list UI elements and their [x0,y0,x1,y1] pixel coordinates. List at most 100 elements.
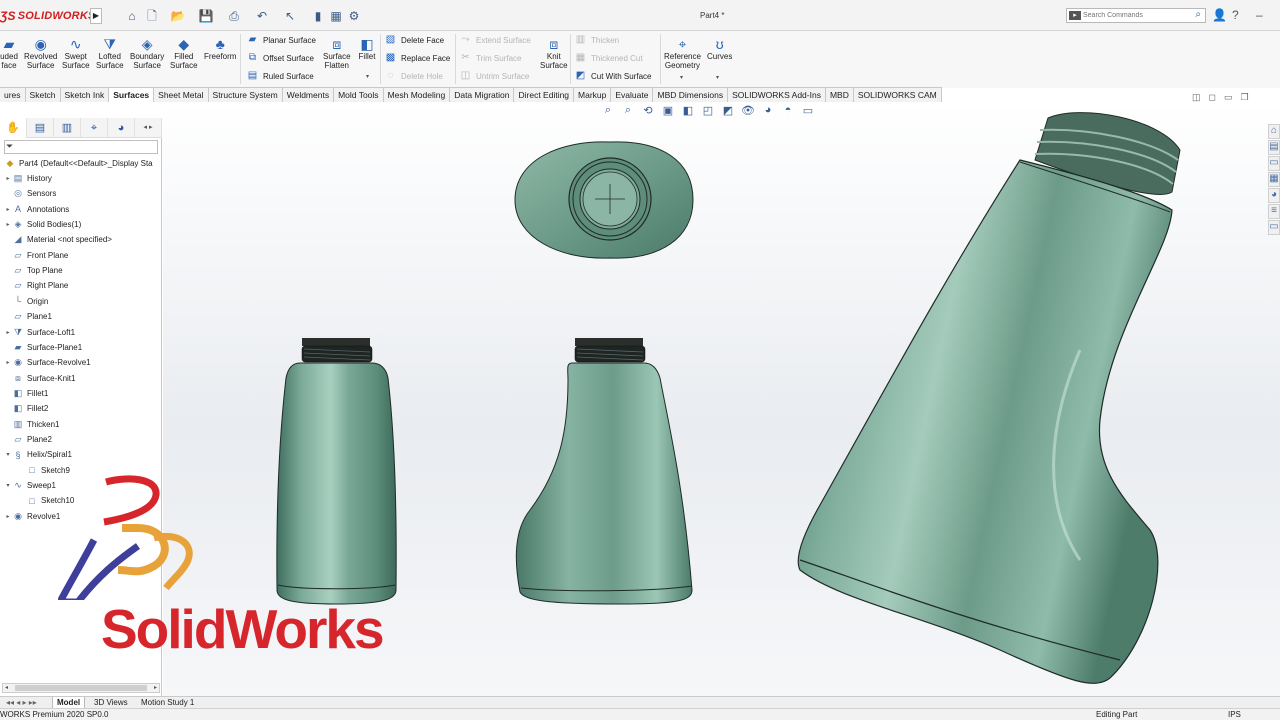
trim-surface-button[interactable]: ✂ Trim Surface [459,51,521,65]
tab-mold-tools[interactable]: Mold Tools [334,87,384,102]
save-icon[interactable]: 💾 [198,8,214,24]
menu-expand-button[interactable]: ▶ [90,8,102,24]
display-manager-tab-icon[interactable]: ◕ [108,118,135,138]
boundary-surface-button[interactable]: ◈ Boundary Surface [130,36,164,70]
tree-item[interactable]: ▱ Front Plane [4,248,69,263]
dimxpert-manager-tab-icon[interactable]: ⌖ [81,118,108,138]
rebuild-icon[interactable]: ▮ [310,8,326,24]
tree-item[interactable]: ▸ ◉ Surface-Revolve1 [4,355,90,370]
undo-icon[interactable]: ↶ [254,8,270,24]
replace-face-button[interactable]: ▩ Replace Face [384,51,451,65]
property-manager-tab-icon[interactable]: ▤ [27,118,54,138]
revolved-surface-button[interactable]: ◉ Revolved Surface [24,36,57,70]
extend-surface-button[interactable]: ⤳ Extend Surface [459,33,531,47]
options-icon[interactable]: ⚙ [346,8,362,24]
tab-evaluate[interactable]: Evaluate [611,87,654,102]
offset-surface-button[interactable]: ⧉ Offset Surface [246,51,314,65]
view-palette-icon[interactable]: ▦ [1268,172,1280,187]
tab-markup[interactable]: Markup [574,87,612,102]
previous-view-icon[interactable]: ⟲ [640,104,656,122]
section-view-icon[interactable]: ▣ [660,104,676,122]
tab-surfaces[interactable]: Surfaces [109,87,155,102]
curves-button[interactable]: ʊ Curves [707,36,732,61]
solidworks-logo[interactable]: ƷS SOLIDWORKS [0,6,96,26]
tree-item[interactable]: ▸ ◉ Revolve1 [4,509,60,524]
tree-item[interactable]: ◧ Fillet2 [4,401,49,416]
design-library-icon[interactable]: ▤ [1268,140,1280,155]
swept-surface-button[interactable]: ∿ Swept Surface [62,36,90,70]
extruded-surface-button[interactable]: ▰ uded face [0,36,18,70]
tab-structure-system[interactable]: Structure System [208,87,283,102]
delete-hole-button[interactable]: ◌ Delete Hole [384,69,443,83]
tab-scroll-icon[interactable]: ◂ ▸ [135,118,162,138]
tree-item[interactable]: ▱ Plane2 [4,432,52,447]
knit-surface-button[interactable]: ⧈ Knit Surface [540,36,568,70]
tree-item[interactable]: └ Origin [4,294,49,309]
tab-direct-editing[interactable]: Direct Editing [514,87,575,102]
tab-ures[interactable]: ures [0,87,26,102]
status-units[interactable]: IPS [1228,710,1241,719]
filled-surface-button[interactable]: ◆ Filled Surface [170,36,198,70]
scroll-thumb[interactable] [15,685,147,691]
appearances-icon[interactable]: ◕ [1268,188,1280,203]
expand-arrow-icon[interactable]: ▸ [4,175,12,182]
configuration-manager-tab-icon[interactable]: ▥ [54,118,81,138]
tree-item[interactable]: ▸ ◈ Solid Bodies(1) [4,217,81,232]
tab-weldments[interactable]: Weldments [282,87,335,102]
tree-item[interactable]: ▸ ▤ History [4,171,51,186]
collapse-arrow-icon[interactable]: ▾ [4,482,12,489]
freeform-button[interactable]: ♣ Freeform [204,36,236,61]
expand-arrow-icon[interactable]: ▸ [4,329,12,336]
hide-show-items-icon[interactable]: 👁 [740,104,756,122]
home-icon[interactable]: ⌂ [124,8,140,24]
dynamic-annotation-icon[interactable]: ◧ [680,104,696,122]
expand-arrow-icon[interactable]: ▸ [4,513,12,520]
surface-flatten-button[interactable]: ⧈ Surface Flatten [323,36,351,70]
thicken-button[interactable]: ▥ Thicken [574,33,619,47]
view-orientation-icon[interactable]: ◰ [700,104,716,122]
collapse-arrow-icon[interactable]: ▾ [4,451,12,458]
untrim-surface-button[interactable]: ◫ Untrim Surface [459,69,530,83]
tree-item[interactable]: ▸ ⧩ Surface-Loft1 [4,325,75,340]
tab-sheet-metal[interactable]: Sheet Metal [154,87,209,102]
view-settings-icon[interactable]: ▭ [800,104,816,122]
tab-mbd-dimensions[interactable]: MBD Dimensions [653,87,729,102]
reference-geometry-dropdown-icon[interactable]: ▾ [680,74,683,81]
scroll-left-icon[interactable]: ◂ [5,684,8,691]
select-icon[interactable]: ↖ [282,8,298,24]
open-document-icon[interactable]: 📂 [170,8,186,24]
reference-geometry-button[interactable]: ⌖ Reference Geometry [664,36,701,70]
tree-item[interactable]: ◢ Material <not specified> [4,232,112,247]
tab-sketch-ink[interactable]: Sketch Ink [60,87,110,102]
tree-item[interactable]: ◎ Sensors [4,186,56,201]
fillet-dropdown-icon[interactable]: ▾ [366,73,369,80]
tab-data-migration[interactable]: Data Migration [450,87,515,102]
restore-window-icon[interactable]: ❐ [1241,92,1249,103]
tree-item[interactable]: ▸ A Annotations [4,202,69,217]
scroll-right-icon[interactable]: ▸ [154,684,157,691]
minimize-icon[interactable]: – [1256,8,1263,22]
solidworks-resources-icon[interactable]: ⌂ [1268,124,1280,139]
tree-filter[interactable]: ⏷ [4,140,158,154]
apply-scene-icon[interactable]: ◓ [780,104,796,122]
magnifier-icon[interactable]: ⌕ [1195,9,1201,20]
tab-solidworks-cam[interactable]: SOLIDWORKS CAM [853,87,942,102]
feature-manager-tab-icon[interactable]: ✋ [0,118,27,138]
planar-surface-button[interactable]: ▰ Planar Surface [246,33,316,47]
search-input[interactable] [1083,9,1183,22]
fillet-button[interactable]: ◧ Fillet [358,36,376,61]
help-icon[interactable]: ? [1232,8,1239,22]
tree-item[interactable]: ▾ ∿ Sweep1 [4,478,55,493]
file-properties-icon[interactable]: ▦ [328,8,344,24]
delete-face-button[interactable]: ▧ Delete Face [384,33,444,47]
expand-arrow-icon[interactable]: ▸ [4,221,12,228]
tree-item[interactable]: ⧈ Surface-Knit1 [4,371,75,386]
display-style-icon[interactable]: ◩ [720,104,736,122]
new-document-icon[interactable]: 🗋 [144,8,160,24]
minimize-view-icon[interactable]: ▭ [1224,92,1233,103]
ruled-surface-button[interactable]: ▤ Ruled Surface [246,69,314,83]
tree-item[interactable]: ◧ Fillet1 [4,386,49,401]
tree-item[interactable]: ▱ Plane1 [4,309,52,324]
thickened-cut-button[interactable]: ▦ Thickened Cut [574,51,643,65]
restore-view-icon[interactable]: ◫ [1192,92,1201,103]
